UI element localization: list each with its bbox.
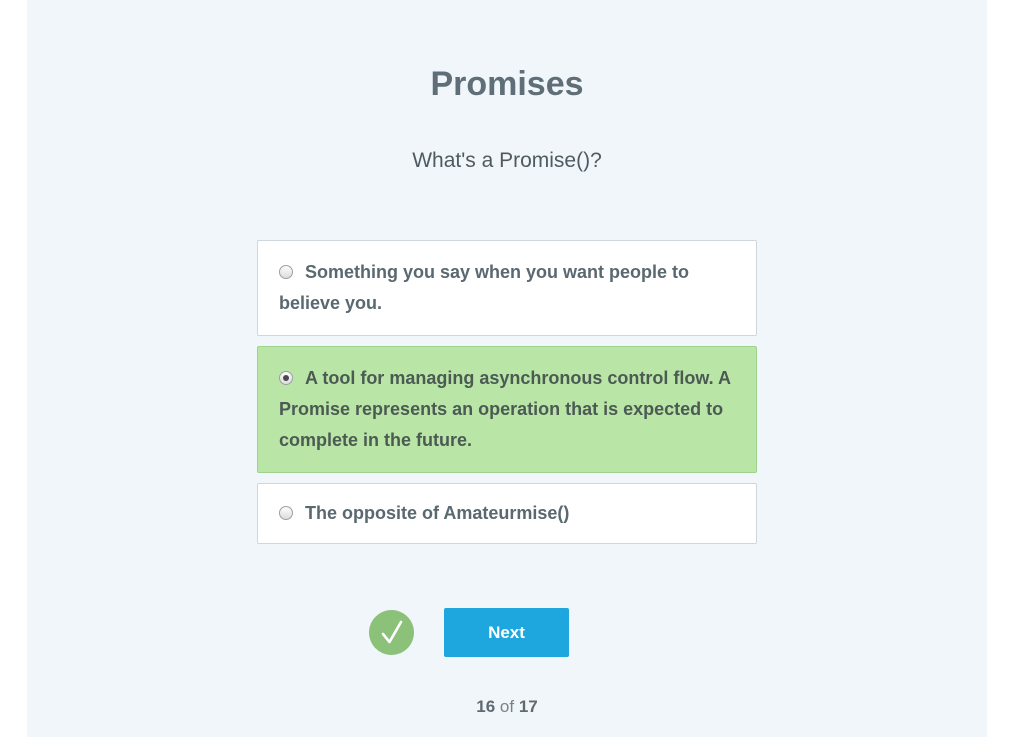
quiz-panel: Promises What's a Promise()? Something y… — [27, 0, 987, 737]
radio-button-checked-icon[interactable] — [279, 371, 293, 385]
answer-option-2[interactable]: A tool for managing asynchronous control… — [257, 346, 757, 473]
progress-current: 16 — [476, 697, 496, 716]
answer-options: Something you say when you want people t… — [257, 240, 757, 554]
progress-total: 17 — [518, 697, 538, 716]
answer-option-1[interactable]: Something you say when you want people t… — [257, 240, 757, 336]
correct-answer-badge — [369, 610, 414, 655]
answer-option-3[interactable]: The opposite of Amateurmise() — [257, 483, 757, 544]
progress-separator: of — [499, 697, 515, 716]
radio-button-unchecked-icon[interactable] — [279, 265, 293, 279]
quiz-title: Promises — [430, 65, 584, 103]
answer-option-label: Something you say when you want people t… — [279, 262, 690, 313]
answer-option-label: The opposite of Amateurmise() — [305, 503, 570, 523]
progress-indicator: 16 of 17 — [27, 695, 987, 719]
answer-option-label: A tool for managing asynchronous control… — [279, 368, 731, 450]
radio-button-unchecked-icon[interactable] — [279, 506, 293, 520]
question-text: What's a Promise()? — [412, 149, 602, 172]
checkmark-icon — [381, 620, 402, 643]
next-button[interactable]: Next — [444, 608, 569, 657]
